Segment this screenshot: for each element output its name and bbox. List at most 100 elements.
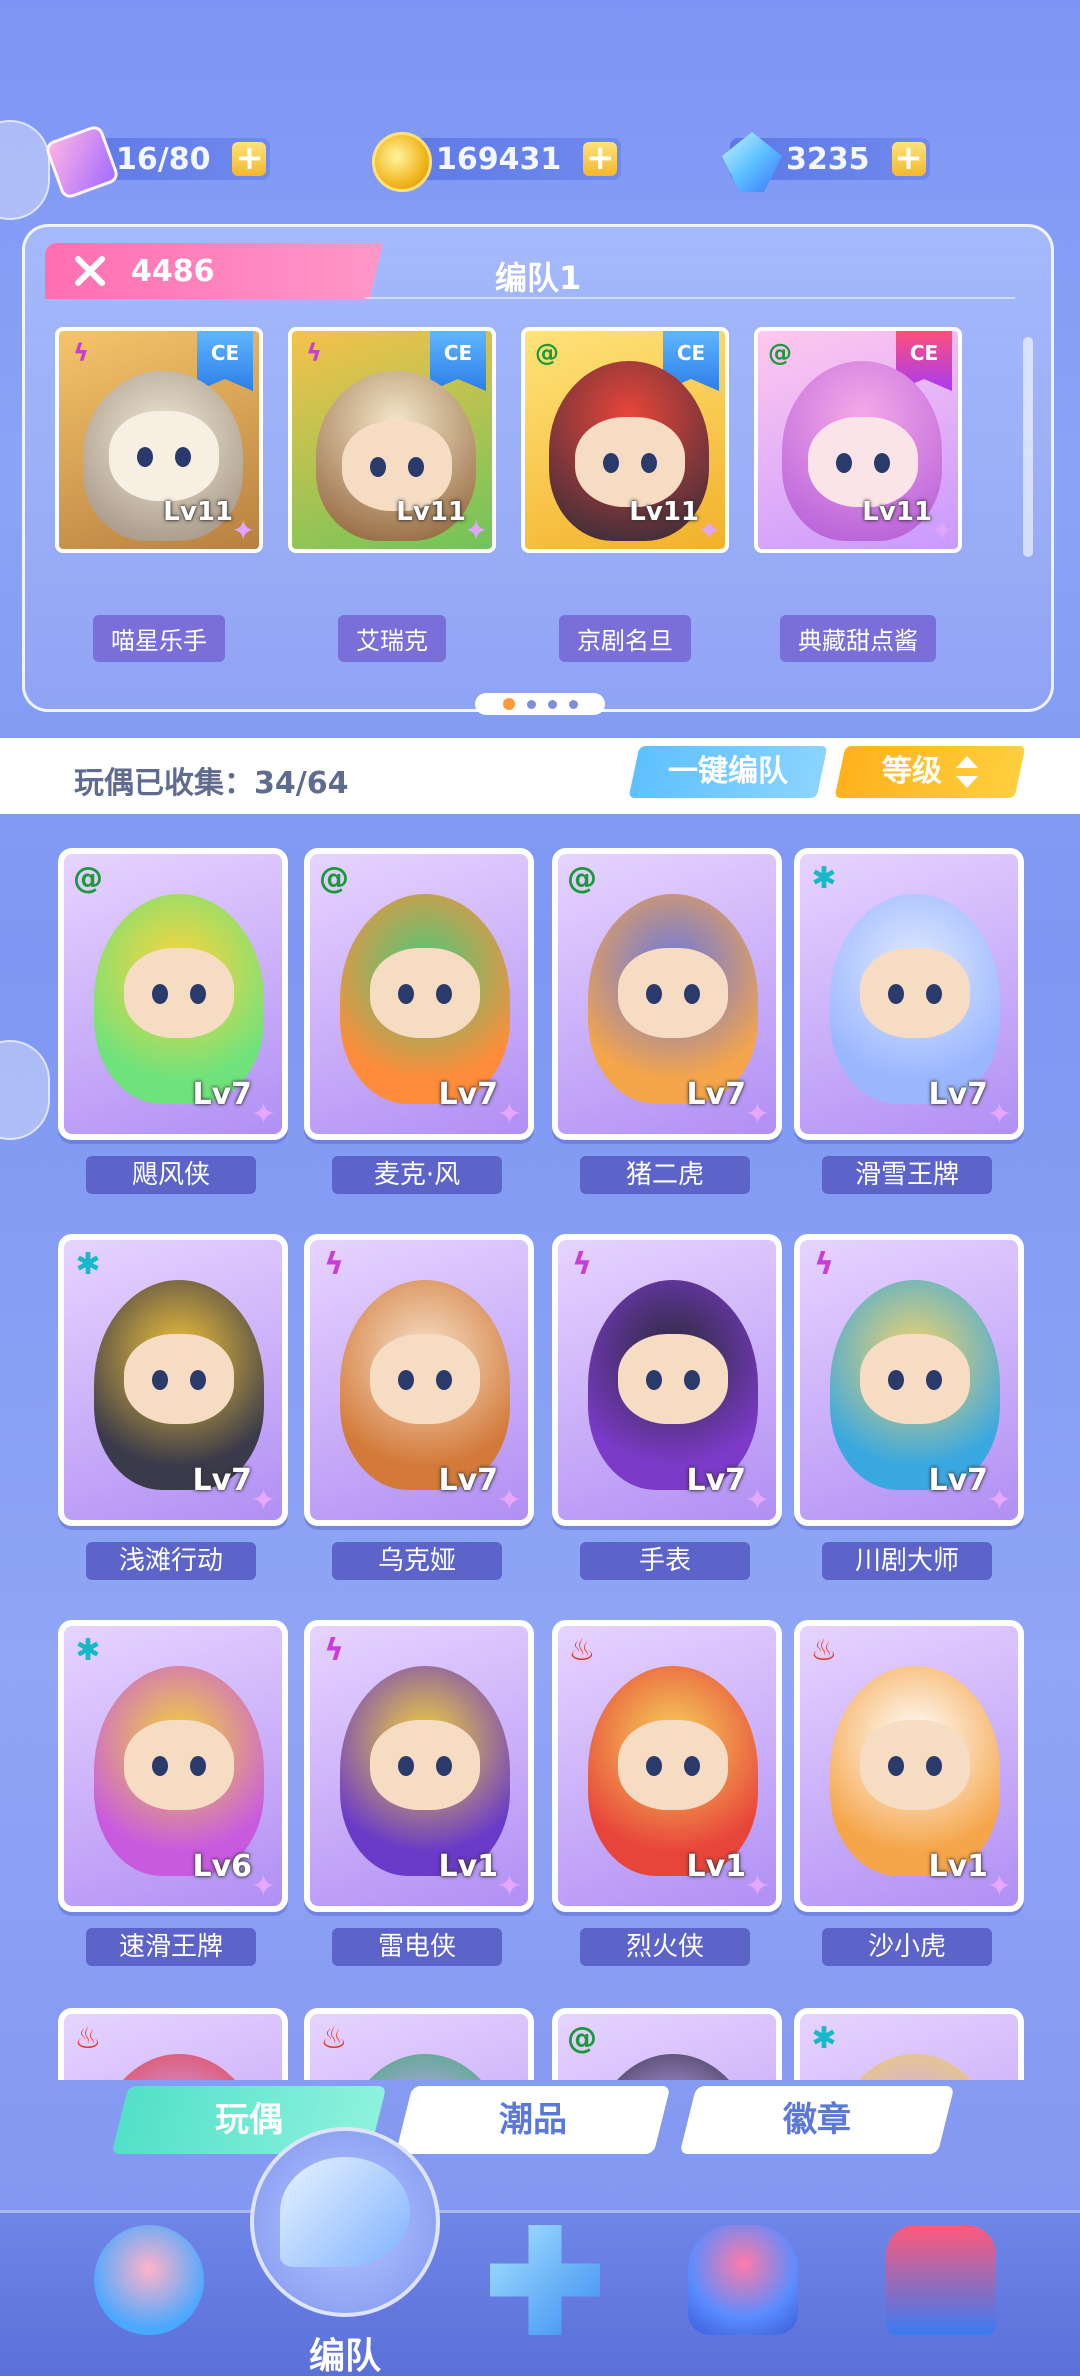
sort-by-level-button[interactable]: 等级	[834, 746, 1026, 798]
doll-card-frame: @ Lv7 ✦	[552, 848, 782, 1140]
level-label: Lv7	[686, 1077, 746, 1112]
character-portrait	[588, 1280, 758, 1490]
level-label: Lv7	[192, 1463, 252, 1498]
lightning-element-icon: ϟ	[572, 1246, 592, 1282]
team-panel: 4486 编队1 ϟ CE Lv11 ✦ ϟ CE Lv11 ✦ @ CE Lv…	[22, 224, 1054, 715]
swirl-element-icon: @	[567, 2020, 597, 2056]
team-member-card[interactable]: @ CE Lv11 ✦	[521, 327, 729, 553]
character-portrait	[588, 2054, 758, 2080]
doll-card[interactable]: @ Lv7 ✦ 麦克·风	[304, 848, 538, 1234]
character-portrait	[830, 1280, 1000, 1490]
doll-card[interactable]: @ Lv7 ✦ 猪二虎	[552, 848, 786, 1234]
doll-card-frame: @ Lv7 ✦	[58, 848, 288, 1140]
team-member-card[interactable]: ϟ CE Lv11 ✦	[55, 327, 263, 553]
team-member-cards: ϟ CE Lv11 ✦ ϟ CE Lv11 ✦ @ CE Lv11 ✦ @ CE…	[55, 327, 962, 553]
doll-card[interactable]: @	[552, 2008, 786, 2080]
lightning-element-icon: ϟ	[324, 1246, 344, 1282]
nav-team-label: 编队	[308, 2336, 381, 2376]
team-scrollbar[interactable]	[1023, 337, 1033, 557]
character-portrait	[340, 894, 510, 1104]
doll-card[interactable]: ϟ Lv7 ✦ 乌克娅	[304, 1234, 538, 1620]
level-label: Lv7	[438, 1077, 498, 1112]
ticket-counter: 16/80 +	[43, 123, 271, 201]
resource-gem: 3235 +	[722, 132, 930, 192]
snowflake-element-icon: ✱	[811, 860, 837, 896]
add-ticket-button[interactable]: +	[232, 141, 267, 176]
snowflake-element-icon: ✱	[75, 1246, 101, 1282]
doll-grid[interactable]: @ Lv7 ✦ 飓风侠 @ Lv7 ✦ 麦克·风 @ Lv7 ✦ 猪二虎 ✱ Lv7 ✦ 滑雪王牌 ✱ Lv7 ✦ 浅…	[58, 848, 1048, 2080]
team-page-indicator[interactable]	[475, 693, 605, 715]
star-icon: ✦	[250, 1097, 276, 1132]
team-member-names: 喵星乐手 艾瑞克 京剧名旦 典藏甜点酱	[55, 615, 962, 662]
sort-label: 等级	[882, 754, 942, 789]
page-dot	[526, 699, 536, 709]
doll-card[interactable]: ✱ Lv7 ✦ 滑雪王牌	[794, 848, 1028, 1234]
doll-card[interactable]: ✱ Lv7 ✦ 浅滩行动	[58, 1234, 292, 1620]
nav-item-team[interactable]: 编队	[250, 2127, 440, 2376]
level-label: Lv1	[438, 1849, 498, 1884]
level-label: Lv1	[686, 1849, 746, 1884]
doll-card[interactable]: ϟ Lv7 ✦ 手表	[552, 1234, 786, 1620]
auto-team-button[interactable]: 一键编队	[628, 746, 828, 798]
nav-item-ranking[interactable]	[84, 2225, 214, 2355]
team-member-name: 喵星乐手	[93, 615, 225, 662]
fire-element-icon: ♨	[810, 1632, 838, 1668]
star-icon: ✦	[986, 1869, 1012, 1904]
team-member-name: 京剧名旦	[559, 615, 691, 662]
doll-card[interactable]: ✱	[794, 2008, 1028, 2080]
tab-badges[interactable]: 徽章	[679, 2086, 955, 2154]
character-portrait	[340, 1666, 510, 1876]
nav-item-game[interactable]	[480, 2225, 610, 2355]
doll-card[interactable]: ♨ Lv1 ✦ 沙小虎	[794, 1620, 1028, 2006]
doll-card-frame: ϟ Lv1 ✦	[304, 1620, 534, 1912]
character-portrait	[94, 2054, 264, 2080]
fire-element-icon: ♨	[320, 2020, 348, 2056]
add-coin-button[interactable]: +	[583, 141, 618, 176]
doll-card-frame: ✱	[794, 2008, 1024, 2080]
doll-card[interactable]: ✱ Lv6 ✦ 速滑王牌	[58, 1620, 292, 2006]
doll-card[interactable]: ϟ Lv1 ✦ 雷电侠	[304, 1620, 538, 2006]
level-label: Lv7	[438, 1463, 498, 1498]
doll-card[interactable]: ♨ Lv1 ✦ 烈火侠	[552, 1620, 786, 2006]
level-label: Lv7	[928, 1463, 988, 1498]
doll-card-frame: ϟ Lv7 ✦	[304, 1234, 534, 1526]
level-label: Lv7	[686, 1463, 746, 1498]
whistle-icon	[280, 2157, 410, 2267]
character-portrait	[830, 894, 1000, 1104]
character-portrait	[94, 1666, 264, 1876]
team-power-value: 4486	[131, 253, 215, 289]
swirl-element-icon: @	[768, 339, 792, 367]
team-member-name: 艾瑞克	[338, 615, 446, 662]
doll-card[interactable]: @ Lv7 ✦ 飓风侠	[58, 848, 292, 1234]
doll-name: 雷电侠	[332, 1928, 502, 1966]
team-member-card[interactable]: ϟ CE Lv11 ✦	[288, 327, 496, 553]
doll-name: 川剧大师	[822, 1542, 992, 1580]
ce-badge: CE	[430, 331, 486, 391]
doll-name: 烈火侠	[580, 1928, 750, 1966]
star-icon: ✦	[986, 1097, 1012, 1132]
doll-card[interactable]: ♨	[304, 2008, 538, 2080]
doll-name: 猪二虎	[580, 1156, 750, 1194]
gamepad-icon	[490, 2225, 600, 2335]
character-portrait	[340, 2054, 510, 2080]
doll-card[interactable]: ϟ Lv7 ✦ 川剧大师	[794, 1234, 1028, 1620]
doll-card-frame: ϟ Lv7 ✦	[552, 1234, 782, 1526]
side-menu-handle-top[interactable]	[0, 120, 50, 220]
snowflake-element-icon: ✱	[811, 2020, 837, 2056]
star-icon: ✦	[744, 1097, 770, 1132]
star-icon: ✦	[744, 1483, 770, 1518]
side-menu-handle-middle[interactable]	[0, 1040, 50, 1140]
character-portrait	[588, 894, 758, 1104]
tab-label: 徽章	[783, 2100, 851, 2140]
team-member-card[interactable]: @ CE Lv11 ✦	[754, 327, 962, 553]
trophy-arrow-icon	[94, 2225, 204, 2335]
add-gem-button[interactable]: +	[891, 141, 926, 176]
swirl-element-icon: @	[73, 860, 103, 896]
doll-card[interactable]: ♨	[58, 2008, 292, 2080]
level-label: Lv7	[928, 1077, 988, 1112]
nav-item-trophy[interactable]	[678, 2225, 808, 2355]
character-portrait	[94, 894, 264, 1104]
star-icon: ✦	[697, 514, 721, 547]
doll-name: 飓风侠	[86, 1156, 256, 1194]
nav-item-gacha[interactable]	[876, 2225, 1006, 2355]
